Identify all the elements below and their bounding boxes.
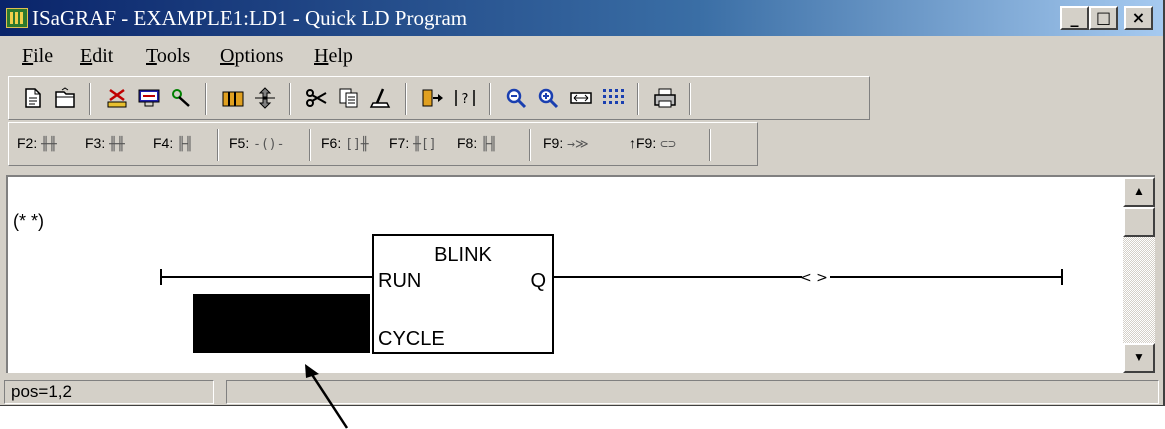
minimize-button[interactable]: _ xyxy=(1060,6,1089,30)
toolbar-separator xyxy=(405,83,407,115)
app-icon[interactable] xyxy=(6,8,28,28)
menu-bar: File Edit Tools Options Help xyxy=(0,38,1163,72)
scissors-icon[interactable] xyxy=(305,87,329,109)
selected-cycle-input-cell[interactable] xyxy=(193,294,370,353)
new-document-icon[interactable] xyxy=(21,87,45,109)
title-bar[interactable]: ISaGRAF - EXAMPLE1:LD1 - Quick LD Progra… xyxy=(0,0,1163,36)
menu-file[interactable]: File xyxy=(22,45,53,68)
cut-red-icon[interactable] xyxy=(105,87,129,109)
scroll-up-button[interactable]: ▲ xyxy=(1123,177,1155,207)
function-block-blink[interactable]: BLINK RUN Q CYCLE xyxy=(372,234,554,354)
right-power-rail xyxy=(1061,269,1063,285)
menu-tools[interactable]: Tools xyxy=(146,45,190,68)
f4-parallel-contact-button[interactable]: F4: ╟╢ xyxy=(153,135,193,152)
menu-help[interactable]: Help xyxy=(314,45,353,68)
rung-line-right xyxy=(830,276,1062,278)
print-icon[interactable] xyxy=(653,87,677,109)
toolbar-separator xyxy=(489,83,491,115)
status-message xyxy=(226,380,1159,404)
rung-line-left xyxy=(161,276,372,278)
toolbar-separator xyxy=(689,83,691,115)
toolbar-separator xyxy=(309,129,311,161)
output-q-label: Q xyxy=(530,270,546,292)
application-window: ISaGRAF - EXAMPLE1:LD1 - Quick LD Progra… xyxy=(0,0,1165,406)
f5-coil-button[interactable]: F5: -()- xyxy=(229,135,284,152)
open-document-icon[interactable] xyxy=(53,87,77,109)
toolbar-separator xyxy=(637,83,639,115)
toolbar-separator xyxy=(709,129,711,161)
tool-icon[interactable] xyxy=(169,87,193,109)
window-title: ISaGRAF - EXAMPLE1:LD1 - Quick LD Progra… xyxy=(32,6,468,30)
f2-contact-before-button[interactable]: F2: ╫╫ xyxy=(17,135,57,152)
toolbar-separator xyxy=(205,83,207,115)
svg-text:?: ? xyxy=(462,92,469,107)
f7-block-after-button[interactable]: F7: ╫[] xyxy=(389,135,437,152)
vertical-scrollbar[interactable]: ▲ ▼ xyxy=(1123,175,1155,373)
grid-icon[interactable] xyxy=(601,87,625,109)
block-name: BLINK xyxy=(434,244,492,266)
toolbar-separator xyxy=(217,129,219,161)
toolbar-separator xyxy=(289,83,291,115)
f3-contact-after-button[interactable]: F3: ╫╫ xyxy=(85,135,125,152)
rung-line-mid xyxy=(554,276,802,278)
arrows-icon[interactable] xyxy=(253,87,277,109)
maximize-button[interactable]: □ xyxy=(1089,6,1118,30)
toolbar-separator xyxy=(89,83,91,115)
annotation-arrow xyxy=(305,364,349,429)
fit-icon[interactable] xyxy=(569,87,593,109)
copy-icon[interactable] xyxy=(337,87,361,109)
zoom-out-icon[interactable] xyxy=(505,87,529,109)
scroll-down-button[interactable]: ▼ xyxy=(1123,343,1155,373)
coil[interactable]: < > xyxy=(800,270,828,286)
f9-jump-button[interactable]: F9: →≫ xyxy=(543,135,589,152)
block-library-icon[interactable] xyxy=(221,87,245,109)
toolbar-separator xyxy=(529,129,531,161)
f8-parallel-block-button[interactable]: F8: ╟╢ xyxy=(457,135,497,152)
menu-options[interactable]: Options xyxy=(220,45,283,68)
comment-box-icon[interactable] xyxy=(137,87,161,109)
ld-editor-canvas[interactable]: (* *) BLINK RUN Q CYCLE < > xyxy=(6,175,1123,373)
variable-icon[interactable]: ? xyxy=(453,87,477,109)
scroll-thumb[interactable] xyxy=(1123,207,1155,237)
jump-icon[interactable] xyxy=(421,87,445,109)
rung-comment[interactable]: (* *) xyxy=(13,211,44,232)
input-cycle-label: CYCLE xyxy=(378,328,445,350)
ld-toolbar: F2: ╫╫ F3: ╫╫ F4: ╟╢ F5: -()- F6: []╫ F7… xyxy=(8,122,758,166)
zoom-in-icon[interactable] xyxy=(537,87,561,109)
shift-f9-return-button[interactable]: ↑F9: ⊂⊃ xyxy=(629,135,676,152)
status-position: pos=1,2 xyxy=(4,380,214,404)
clean-icon[interactable] xyxy=(369,87,393,109)
input-run-label: RUN xyxy=(378,270,422,292)
f6-block-before-button[interactable]: F6: []╫ xyxy=(321,135,369,152)
status-bar: pos=1,2 xyxy=(0,377,1163,405)
close-button[interactable]: × xyxy=(1124,6,1153,30)
main-toolbar: ? xyxy=(8,76,870,120)
menu-edit[interactable]: Edit xyxy=(80,45,113,68)
